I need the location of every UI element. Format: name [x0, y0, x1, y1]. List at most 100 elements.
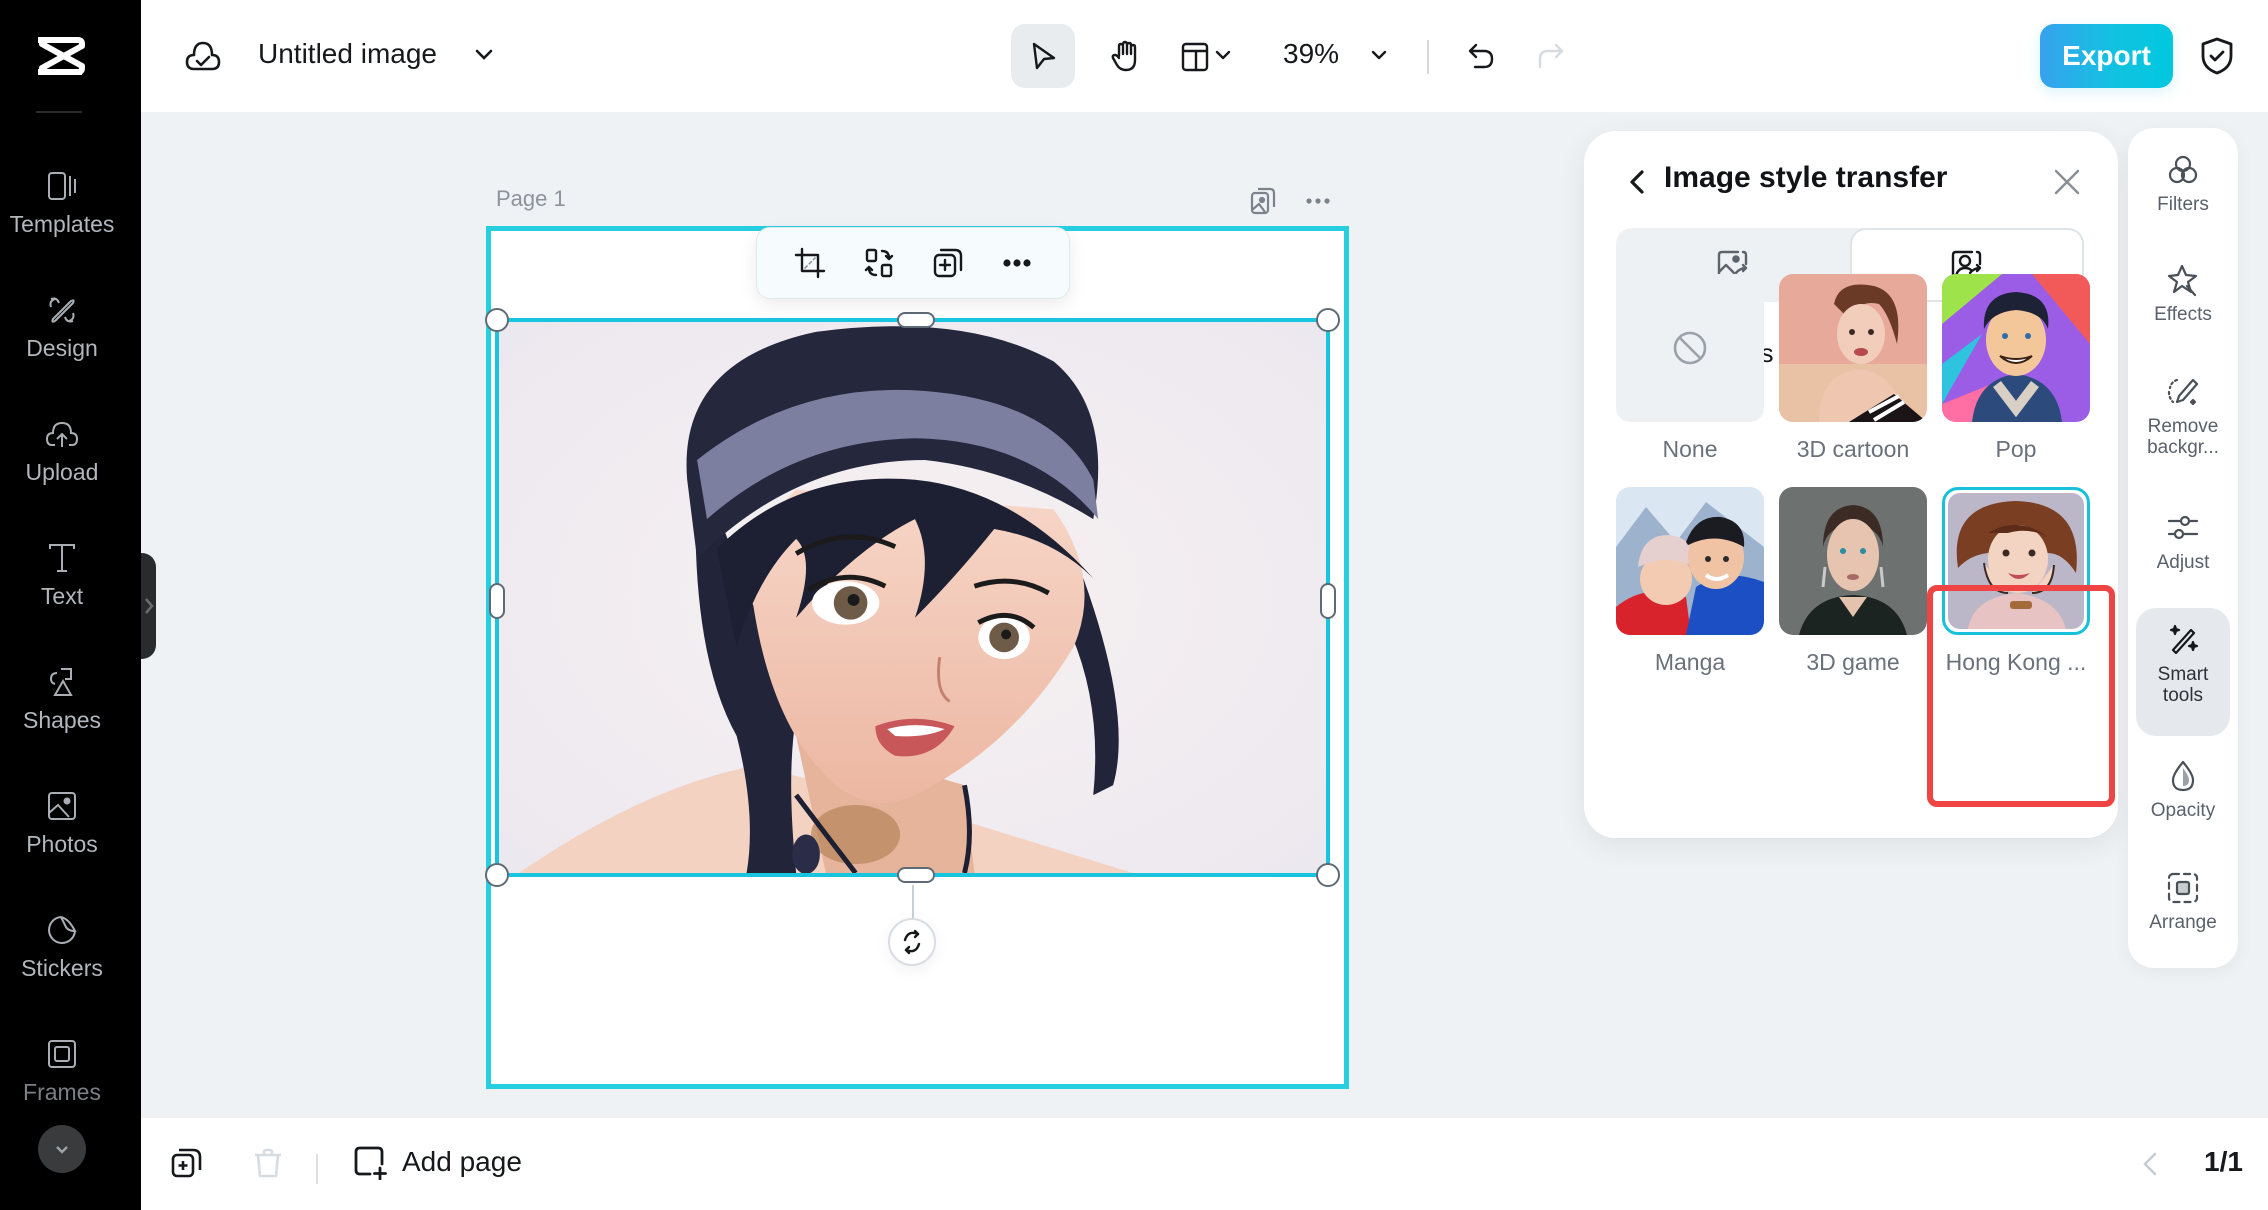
none-icon — [1673, 331, 1707, 365]
style-thumbnail — [1942, 274, 2090, 422]
resize-handle-top[interactable] — [897, 312, 935, 328]
sidebar-item-templates[interactable]: Templates — [0, 163, 124, 259]
sidebar-item-photos[interactable]: Photos — [0, 783, 124, 879]
page-image-icon[interactable] — [1249, 186, 1277, 216]
resize-handle-bottom-left[interactable] — [485, 863, 509, 887]
sidebar-item-label: Design — [26, 335, 98, 361]
rotate-handle[interactable] — [888, 918, 936, 966]
sidebar-item-shapes[interactable]: Shapes — [0, 659, 124, 755]
tool-label: Adjust — [2156, 552, 2210, 573]
tool-label: Remove backgr... — [2147, 416, 2219, 458]
replace-button[interactable] — [855, 239, 903, 287]
sidebar-item-frames[interactable]: Frames — [0, 1031, 124, 1127]
tool-effects[interactable]: Effects — [2136, 262, 2230, 356]
resize-handle-right[interactable] — [1320, 583, 1336, 619]
resize-handle-bottom[interactable] — [897, 867, 935, 883]
sidebar-more-button[interactable] — [38, 1125, 86, 1173]
resize-handle-bottom-right[interactable] — [1316, 863, 1340, 887]
close-icon[interactable] — [2052, 167, 2082, 197]
style-name: 3D cartoon — [1796, 436, 1910, 462]
cloud-saved-icon[interactable] — [184, 39, 222, 73]
hand-tool-icon — [1111, 40, 1137, 72]
delete-page-icon[interactable] — [251, 1146, 285, 1180]
crop-button[interactable] — [786, 239, 834, 287]
redo-icon — [1538, 43, 1564, 69]
chevron-down-icon[interactable] — [473, 46, 495, 64]
sidebar-item-upload[interactable]: Upload — [0, 411, 124, 507]
sidebar-collapse-toggle[interactable] — [141, 553, 156, 659]
layout-icon — [1181, 42, 1209, 72]
duplicate-button[interactable] — [924, 239, 972, 287]
style-thumbnail — [1779, 274, 1927, 422]
sidebar-item-label: Text — [40, 583, 84, 609]
chevron-down-icon — [56, 1146, 68, 1154]
filters-icon — [2168, 155, 2198, 184]
style-option-3d-game[interactable]: 3D game — [1779, 487, 1927, 676]
select-tool-button[interactable] — [1011, 24, 1075, 88]
back-icon[interactable] — [1626, 167, 1648, 197]
rotate-icon — [903, 929, 921, 955]
logo-divider — [36, 111, 82, 113]
resize-handle-top-left[interactable] — [485, 308, 509, 332]
tool-arrange[interactable]: Arrange — [2136, 870, 2230, 964]
layout-button[interactable] — [1171, 24, 1241, 88]
document-title[interactable]: Untitled image — [258, 38, 437, 70]
left-sidebar: Templates Design Upload Text Shapes Phot… — [0, 0, 141, 1210]
text-icon — [49, 544, 75, 572]
resize-handle-left[interactable] — [489, 583, 505, 619]
style-option-3d-cartoon[interactable]: 3D cartoon — [1779, 274, 1927, 463]
shapes-icon — [49, 668, 73, 696]
zoom-level[interactable]: 39% — [1283, 38, 1339, 70]
chevron-right-icon — [144, 598, 154, 614]
top-bar: Untitled image 39% Export — [141, 0, 2268, 112]
shield-check-icon[interactable] — [2199, 36, 2235, 76]
style-option-pop[interactable]: Pop — [1942, 274, 2090, 463]
image-floating-toolbar — [756, 227, 1070, 299]
select-tool-icon — [1032, 42, 1056, 70]
page-indicator: 1/1 — [2204, 1146, 2243, 1177]
more-icon — [1002, 259, 1031, 267]
more-options-button[interactable] — [993, 239, 1041, 287]
zoom-dropdown-button[interactable] — [1359, 24, 1399, 88]
selected-image[interactable] — [485, 308, 1340, 887]
style-option-none[interactable]: None — [1616, 274, 1764, 463]
tool-remove-background[interactable]: Remove backgr... — [2136, 374, 2230, 484]
tool-smart-tools[interactable]: Smart tools — [2136, 608, 2230, 736]
capcut-logo-icon[interactable] — [34, 34, 90, 78]
style-name: Hong Kong ... — [1945, 649, 2087, 675]
duplicate-page-icon[interactable] — [170, 1146, 204, 1180]
tool-adjust[interactable]: Adjust — [2136, 510, 2230, 604]
sidebar-item-stickers[interactable]: Stickers — [0, 907, 124, 1003]
add-page-button[interactable]: Add page — [352, 1144, 522, 1180]
sidebar-item-text[interactable]: Text — [0, 535, 124, 631]
style-option-manga[interactable]: Manga — [1616, 487, 1764, 676]
tool-label: Effects — [2154, 304, 2212, 325]
smart-tools-icon — [2169, 624, 2199, 655]
tool-opacity[interactable]: Opacity — [2136, 758, 2230, 852]
undo-button[interactable] — [1455, 24, 1507, 88]
sidebar-item-label: Shapes — [22, 707, 101, 733]
opacity-icon — [2171, 760, 2195, 792]
tool-filters[interactable]: Filters — [2136, 152, 2230, 246]
previous-page-icon[interactable] — [2140, 1150, 2160, 1178]
remove-background-icon — [2167, 378, 2199, 406]
style-option-hong-kong[interactable]: Hong Kong ... — [1942, 487, 2090, 676]
bottom-divider — [316, 1154, 318, 1184]
resize-handle-top-right[interactable] — [1316, 308, 1340, 332]
style-thumbnail — [1942, 487, 2090, 635]
sidebar-item-label: Templates — [9, 211, 115, 237]
sidebar-item-design[interactable]: Design — [0, 287, 124, 383]
page-more-icon[interactable] — [1304, 186, 1332, 216]
tool-label: Smart tools — [2157, 664, 2209, 706]
panel-title: Image style transfer — [1664, 161, 1948, 194]
stickers-icon — [48, 916, 77, 944]
hand-tool-button[interactable] — [1093, 24, 1157, 88]
design-icon — [49, 297, 75, 323]
redo-button[interactable] — [1525, 24, 1577, 88]
rotate-connector — [912, 885, 914, 919]
crop-icon — [794, 247, 825, 279]
tool-label: Arrange — [2149, 912, 2217, 933]
export-button[interactable]: Export — [2040, 24, 2173, 88]
templates-icon — [48, 172, 76, 200]
right-tool-strip: Filters Effects Remove backgr... Adjust … — [2128, 128, 2238, 968]
